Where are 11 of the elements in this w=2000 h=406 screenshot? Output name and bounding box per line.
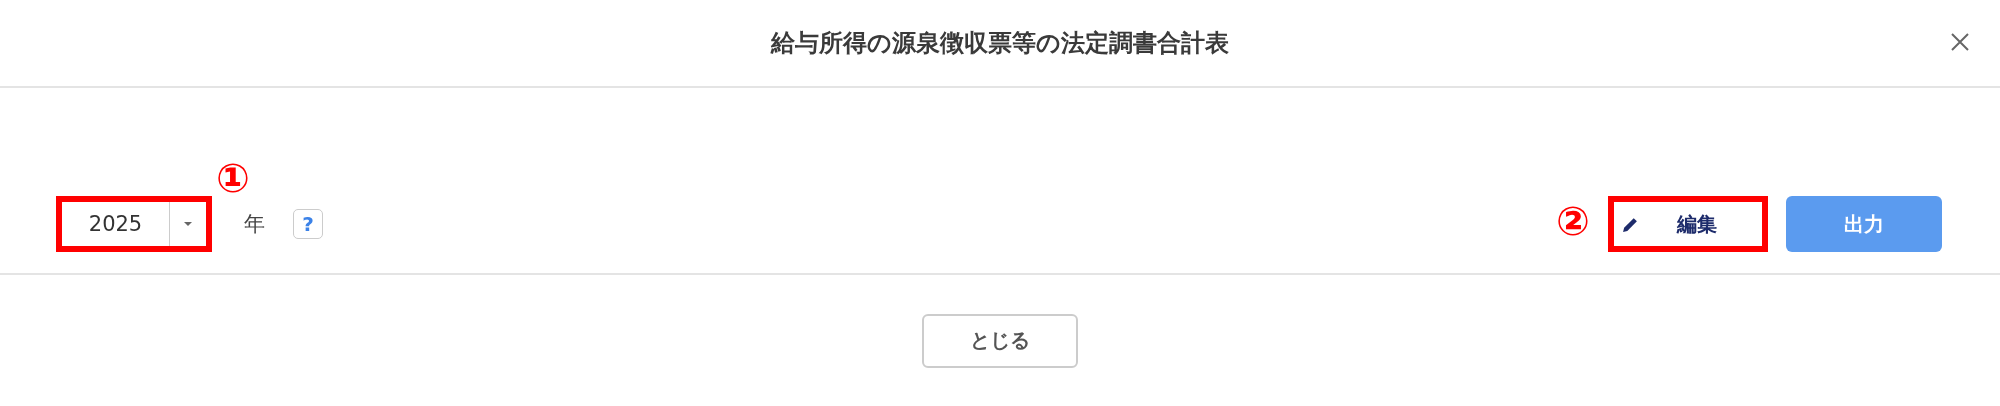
help-button[interactable]: ?: [293, 209, 323, 239]
close-icon[interactable]: [1950, 32, 1970, 52]
year-unit-label: 年: [244, 211, 265, 238]
dialog-title: 給与所得の源泉徴収票等の法定調書合計表: [771, 28, 1229, 59]
annotation-number: ②: [1556, 201, 1590, 241]
edit-button[interactable]: 編集: [1608, 196, 1768, 252]
annotation-number: ①: [216, 158, 250, 198]
pencil-icon: [1622, 215, 1639, 233]
close-button[interactable]: とじる: [922, 313, 1078, 368]
year-select[interactable]: 2025: [56, 196, 212, 252]
caret-icon: [184, 222, 192, 226]
